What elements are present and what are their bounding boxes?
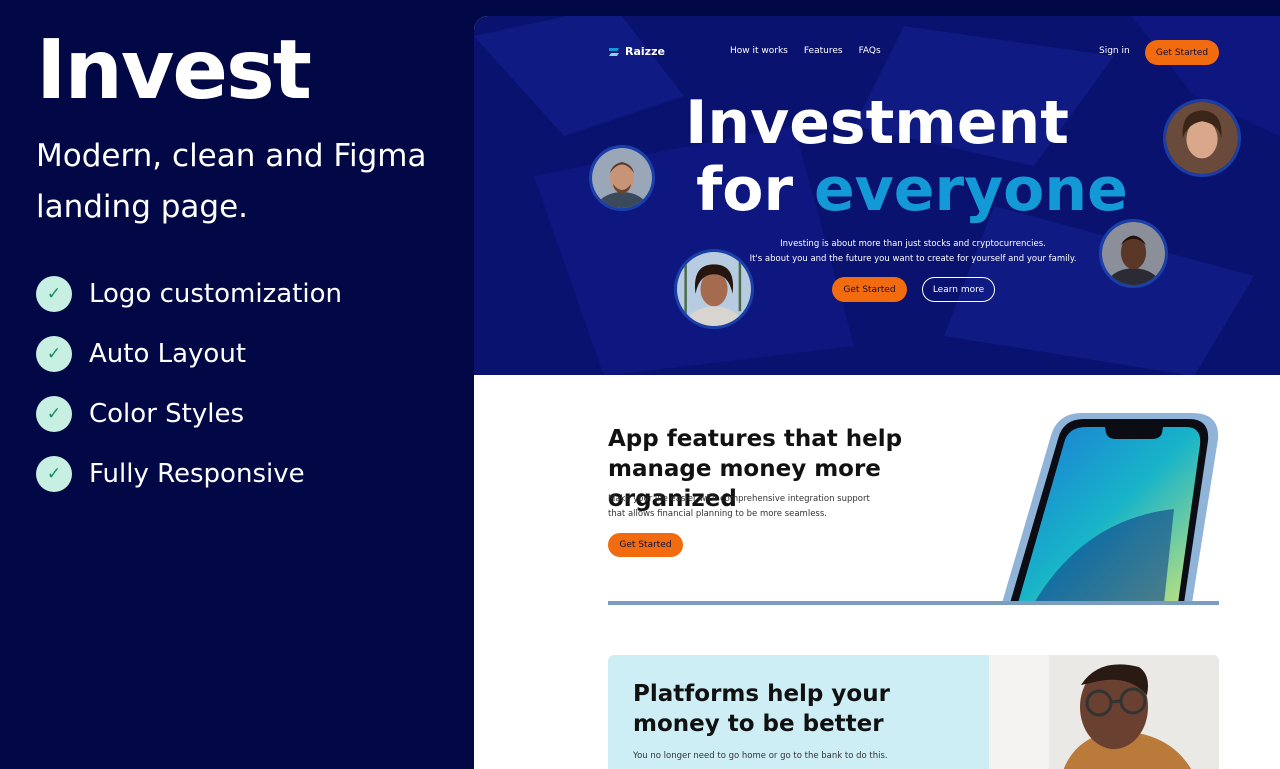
promo-title: Invest [36,23,312,118]
checklist-label: Color Styles [89,399,244,429]
checklist-item: ✓ Fully Responsive [36,456,342,492]
main-nav: How it works Features FAQs [730,46,897,56]
nav-link-how-it-works[interactable]: How it works [730,46,788,56]
hero-section: Raizze How it works Features FAQs Sign i… [474,16,1280,375]
avatar [1163,99,1241,177]
logo-mark-icon [609,47,619,56]
signin-link[interactable]: Sign in [1099,46,1130,56]
person-avatar-image [1166,102,1238,174]
phone-mockup-image [1002,413,1219,603]
nav-link-faqs[interactable]: FAQs [859,46,881,56]
checklist-label: Auto Layout [89,339,247,369]
checklist-item: ✓ Logo customization [36,276,342,312]
person-photo-image [989,655,1219,769]
checklist-label: Fully Responsive [89,459,305,489]
checklist-item: ✓ Auto Layout [36,336,342,372]
brand-logo[interactable]: Raizze [608,45,665,58]
check-icon: ✓ [36,396,72,432]
hero-headline-line1: Investment [685,88,1069,158]
check-icon: ✓ [36,456,72,492]
checklist-item: ✓ Color Styles [36,396,342,432]
features-description-line2: that allows financial planning to be mor… [608,509,827,519]
promo-panel: Invest Modern, clean and Figma landing p… [0,0,474,769]
feature-checklist: ✓ Logo customization ✓ Auto Layout ✓ Col… [36,276,342,516]
platforms-title: Platforms help your money to be better [633,681,890,737]
platforms-description: You no longer need to go home or go to t… [633,751,888,761]
person-avatar-image [592,148,652,208]
features-description-line1: Make your life easier with comprehensive… [608,494,870,504]
hero-learn-more-button[interactable]: Learn more [922,277,995,302]
person-avatar-image [677,252,751,326]
check-icon: ✓ [36,276,72,312]
brand-name: Raizze [625,45,665,58]
avatar [674,249,754,329]
features-description: Make your life easier with comprehensive… [608,492,908,522]
features-get-started-button[interactable]: Get Started [608,533,683,557]
landing-preview: Raizze How it works Features FAQs Sign i… [474,16,1280,769]
avatar [589,145,655,211]
person-avatar-image [1102,222,1165,285]
platforms-card: Platforms help your money to be better Y… [608,655,1219,769]
hero-headline-accent: everyone [813,155,1128,225]
check-icon: ✓ [36,336,72,372]
nav-link-features[interactable]: Features [804,46,843,56]
hero-get-started-button[interactable]: Get Started [832,277,907,302]
hero-headline-plain: for [696,155,794,225]
nav-get-started-button[interactable]: Get Started [1145,40,1219,65]
checklist-label: Logo customization [89,279,342,309]
promo-subtitle: Modern, clean and Figma landing page. [36,138,427,225]
avatar [1099,219,1168,288]
section-divider [608,601,1219,605]
